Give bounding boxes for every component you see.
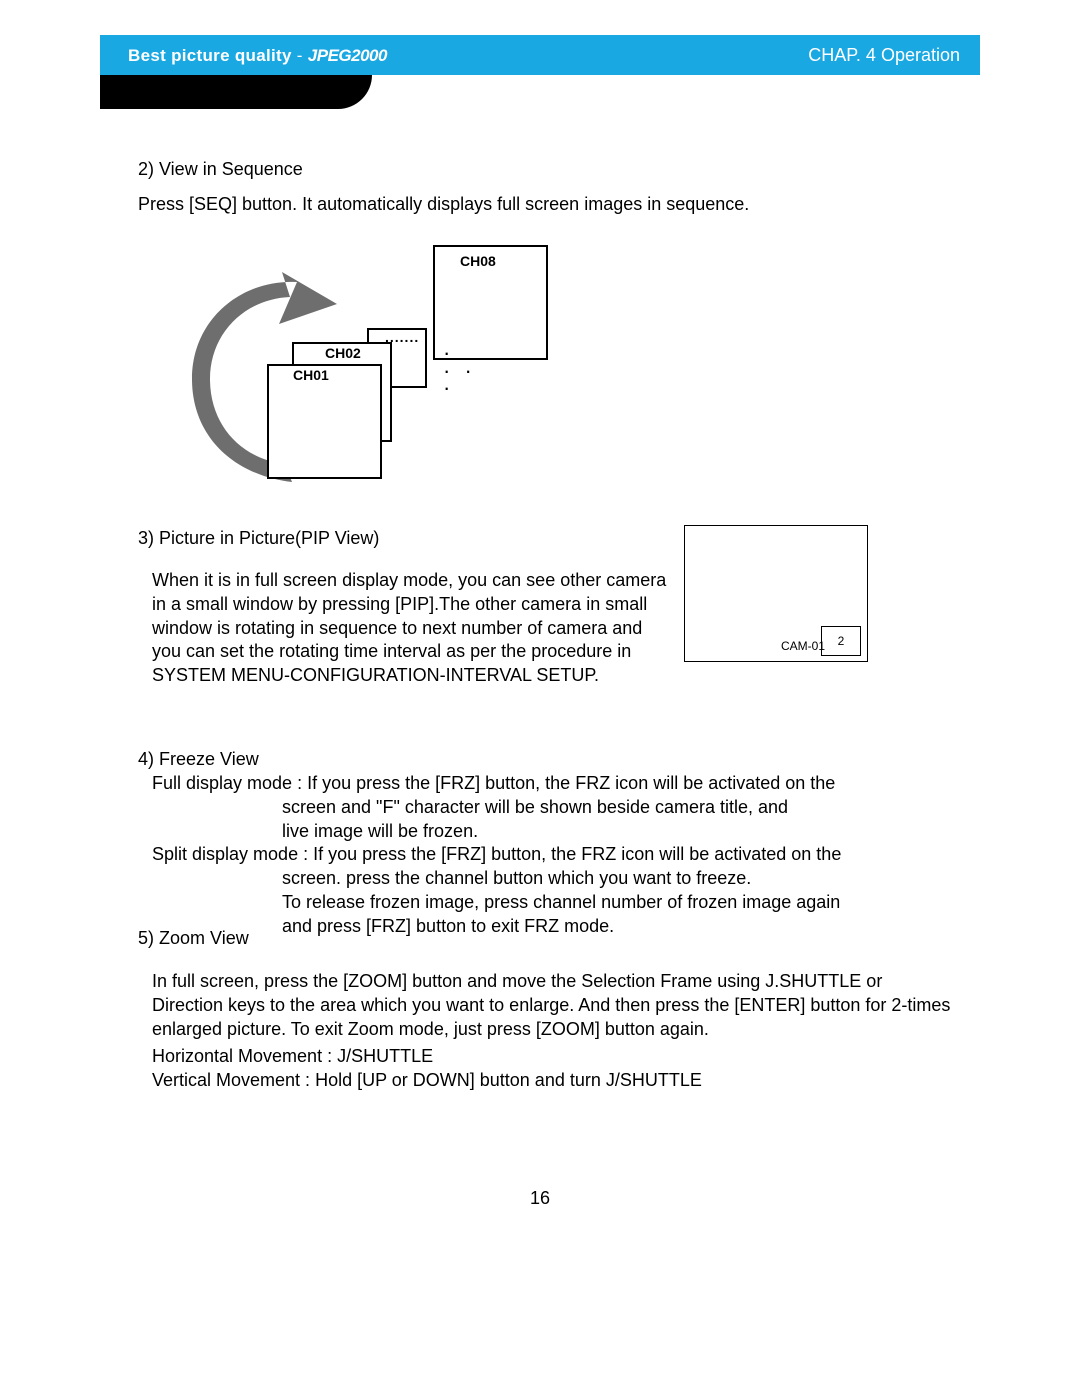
section-4-title: 4) Freeze View [138,748,960,772]
diagram-label-dots: ....... [385,329,419,345]
section-5-extra: Horizontal Movement : J/SHUTTLE Vertical… [152,1045,952,1093]
header-bar: Best picture quality - JPEG2000 CHAP. 4 … [100,35,980,75]
header-pill [100,75,372,109]
s4-line5: screen. press the channel button which y… [152,867,932,891]
s4-line3: live image will be frozen. [152,820,932,844]
section-4-body: Full display mode : If you press the [FR… [152,772,932,938]
header-title: Best picture quality - JPEG2000 [128,46,387,66]
sequence-diagram: CH08 ....... CH02 CH01 · · · · [187,238,657,498]
s4-line2: screen and "F" character will be shown b… [152,796,932,820]
diagram-label-ch08: CH08 [460,253,496,269]
chapter-label: CHAP. 4 Operation [808,45,960,66]
diagram-bigdots: · · · · [443,344,476,397]
diagram-label-ch02: CH02 [325,345,361,361]
page-number: 16 [0,1188,1080,1209]
s5-vertical: Vertical Movement : Hold [UP or DOWN] bu… [152,1069,952,1093]
header-tagline: Best picture quality [128,46,292,65]
s4-line6: To release frozen image, press channel n… [152,891,932,915]
s4-line1: Full display mode : If you press the [FR… [152,772,932,796]
pip-small-window: 2 [821,626,861,656]
section-5-title: 5) Zoom View [138,927,960,951]
section-2-body: Press [SEQ] button. It automatically dis… [138,193,960,217]
section-5-body: In full screen, press the [ZOOM] button … [152,970,952,1041]
s5-horizontal: Horizontal Movement : J/SHUTTLE [152,1045,952,1069]
header-logo: JPEG2000 [308,46,387,66]
s4-line4: Split display mode : If you press the [F… [152,843,932,867]
manual-page: Best picture quality - JPEG2000 CHAP. 4 … [0,0,1080,1397]
section-3-body: When it is in full screen display mode, … [152,569,672,688]
pip-preview-box: CAM-01 2 [684,525,868,662]
header-dash: - [292,46,308,65]
section-2-title: 2) View in Sequence [138,158,960,182]
pip-camera-label: CAM-01 [781,639,825,653]
diagram-label-ch01: CH01 [293,367,329,383]
